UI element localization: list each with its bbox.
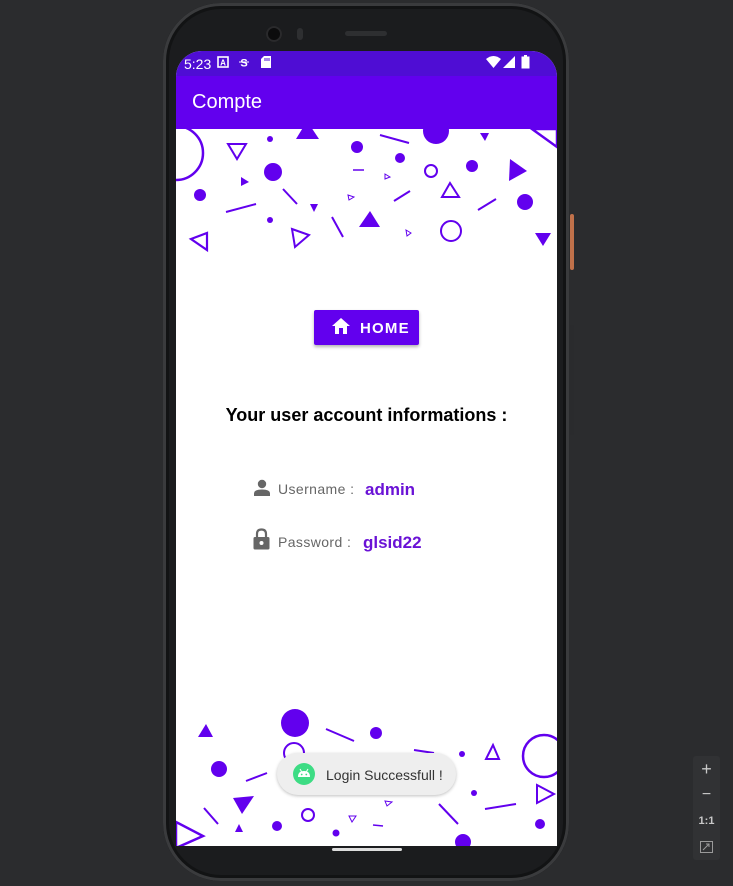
volume-button [570, 325, 574, 435]
fit-screen-icon [700, 841, 713, 853]
lock-icon [253, 528, 270, 550]
password-label: Password : [278, 534, 352, 550]
zoom-in-button[interactable]: + [693, 757, 720, 781]
signal-icon [503, 56, 515, 68]
sensor-icon [297, 28, 303, 40]
fit-screen-button[interactable] [693, 835, 720, 859]
app-bar: Compte [176, 76, 557, 129]
app-screen: 5:23 A S Compte HOME Your user account i… [176, 51, 557, 846]
camera-icon [266, 26, 282, 42]
toast-message: Login Successfull ! [326, 767, 443, 783]
username-value: admin [365, 480, 416, 499]
page-title: Compte [192, 91, 263, 113]
a-icon: A [217, 56, 229, 68]
speaker-grille [345, 31, 387, 36]
power-button [570, 214, 574, 270]
person-icon [254, 479, 270, 496]
login-toast: Login Successfull ! [277, 753, 456, 795]
android-icon [293, 763, 315, 785]
wifi-icon [486, 56, 501, 68]
gesture-nav-handle[interactable] [332, 848, 402, 851]
svg-text:A: A [220, 59, 226, 68]
status-time: 5:23 [184, 56, 212, 72]
sd-card-icon [261, 56, 271, 68]
battery-icon [521, 55, 530, 69]
password-value: glsid22 [363, 533, 422, 552]
home-icon [332, 318, 350, 334]
emulator-controls: + − 1:1 [693, 756, 720, 860]
s-icon: S [239, 58, 249, 70]
svg-text:S: S [240, 58, 247, 70]
username-label: Username : [278, 481, 355, 497]
home-button[interactable]: HOME [314, 310, 419, 345]
actual-size-button[interactable]: 1:1 [693, 809, 720, 833]
account-heading: Your user account informations : [225, 405, 508, 425]
home-button-label: HOME [360, 320, 410, 337]
zoom-out-button[interactable]: − [693, 783, 720, 807]
status-bar: 5:23 A S [176, 51, 557, 76]
top-confetti-decoration [176, 129, 557, 253]
